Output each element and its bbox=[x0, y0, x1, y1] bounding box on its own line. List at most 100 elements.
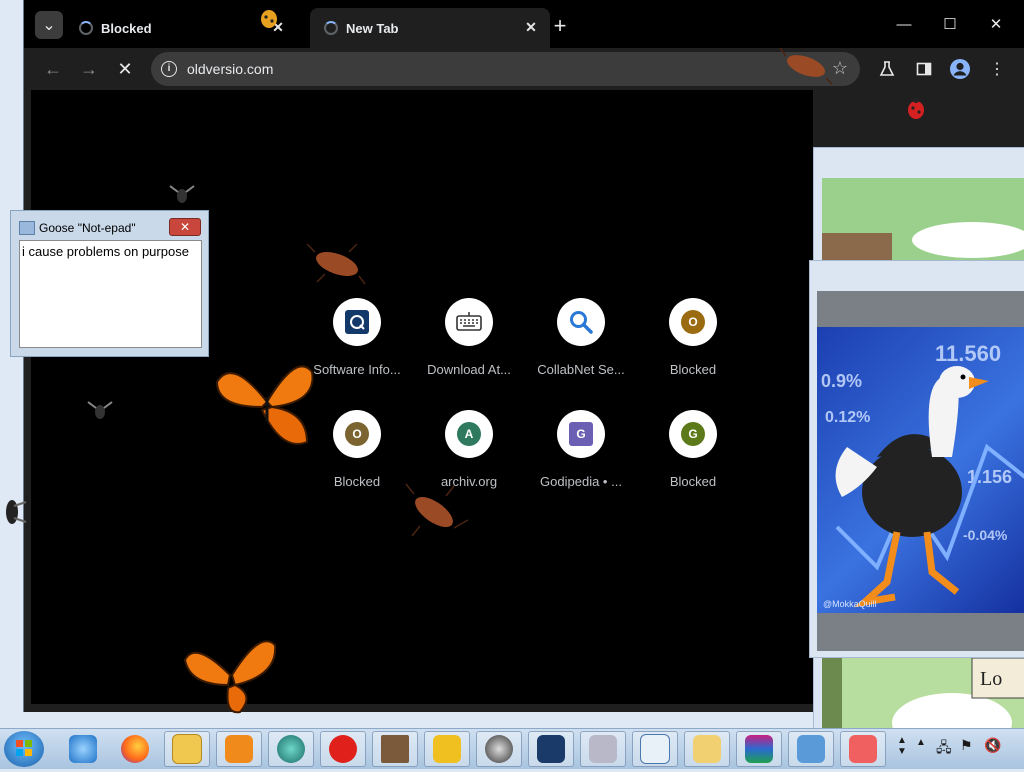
media-player-icon[interactable] bbox=[216, 731, 262, 767]
shortcut-tile[interactable]: G Godipedia • ... bbox=[525, 410, 637, 520]
shortcut-label: CollabNet Se... bbox=[537, 362, 625, 377]
shortcut-tile[interactable]: CollabNet Se... bbox=[525, 298, 637, 408]
stonks-goose-image: 11.560 0.9% 0.12% 1.156 -0.04% @MokkaQui… bbox=[817, 327, 1024, 613]
letter-avatar-icon: G bbox=[569, 422, 593, 446]
goose-notepad-window[interactable]: Goose "Not-epad" ✕ i cause problems on p… bbox=[10, 210, 209, 357]
show-hidden-icons[interactable]: ▲ bbox=[916, 737, 926, 748]
tab-title: New Tab bbox=[346, 20, 399, 36]
shortcut-icon-wrap bbox=[557, 298, 605, 346]
address-url[interactable]: oldversio.com bbox=[187, 61, 273, 77]
start-button[interactable] bbox=[4, 731, 44, 767]
minecraft-icon[interactable] bbox=[372, 731, 418, 767]
shortcut-tile[interactable]: O Blocked bbox=[637, 298, 749, 408]
eraser-icon[interactable] bbox=[840, 731, 886, 767]
shortcut-icon-wrap bbox=[445, 298, 493, 346]
menu-icon[interactable]: ⋮ bbox=[986, 58, 1008, 80]
tab-strip: ⌄ Blocked ✕ New Tab ✕ + — ☐ ✕ bbox=[24, 0, 1024, 48]
arrow-left-icon: ← bbox=[44, 58, 62, 79]
installer-icon[interactable] bbox=[684, 731, 730, 767]
shortcut-label: Godipedia • ... bbox=[540, 474, 622, 489]
gauge-icon[interactable] bbox=[476, 731, 522, 767]
new-tab-button[interactable]: + bbox=[547, 13, 573, 39]
shortcut-icon-wrap: G bbox=[557, 410, 605, 458]
butterfly-icon bbox=[183, 640, 277, 714]
winrar-icon[interactable] bbox=[736, 731, 782, 767]
butterfly-icon bbox=[215, 365, 314, 445]
forward-button[interactable]: → bbox=[74, 54, 104, 84]
image-header-bar bbox=[817, 291, 1024, 327]
tab-search-button[interactable]: ⌄ bbox=[35, 11, 63, 39]
browser-toolbar: ← → ✕ i oldversio.com ☆ ⋮ bbox=[24, 48, 1024, 90]
taskbar: ▲ ▼ ▲ 🖧 ⚑ 🔇 bbox=[0, 728, 1024, 769]
ladybug-icon bbox=[261, 10, 277, 28]
fly-icon bbox=[6, 500, 27, 524]
window-app-icon[interactable] bbox=[632, 731, 678, 767]
target-icon bbox=[345, 310, 369, 334]
shortcut-label: Blocked bbox=[669, 474, 717, 489]
opera-icon[interactable] bbox=[320, 731, 366, 767]
internet-explorer-icon[interactable] bbox=[60, 731, 106, 767]
ship-icon[interactable] bbox=[528, 731, 574, 767]
chevron-down-icon: ⌄ bbox=[42, 17, 56, 34]
maximize-icon: ☐ bbox=[943, 16, 957, 33]
shortcut-tile[interactable]: G Blocked bbox=[637, 410, 749, 520]
windows-logo-icon bbox=[16, 740, 32, 756]
image-window-front[interactable]: 11.560 0.9% 0.12% 1.156 -0.04% @MokkaQui… bbox=[809, 260, 1024, 658]
network-icon[interactable]: 🖧 bbox=[936, 737, 952, 761]
notepad-close-button[interactable]: ✕ bbox=[169, 218, 201, 236]
shortcut-icon-wrap: O bbox=[333, 410, 381, 458]
info-icon[interactable]: i bbox=[161, 61, 177, 77]
loading-spinner-icon bbox=[324, 21, 338, 35]
letter-avatar-icon: O bbox=[681, 310, 705, 334]
chain-icon[interactable] bbox=[580, 731, 626, 767]
shortcut-label: Blocked bbox=[669, 362, 717, 377]
ladybug-icon bbox=[908, 97, 924, 119]
action-center-flag-icon[interactable]: ⚑ bbox=[960, 737, 973, 754]
cockroach-icon bbox=[779, 47, 833, 85]
notepad-icon bbox=[19, 221, 35, 235]
image-footer-bar bbox=[817, 613, 1024, 651]
fly-icon bbox=[169, 185, 195, 203]
volume-muted-icon[interactable]: 🔇 bbox=[984, 737, 1001, 754]
shortcut-label: Download At... bbox=[427, 362, 511, 377]
close-window-button[interactable]: ✕ bbox=[973, 8, 1019, 40]
magnifier-icon bbox=[570, 311, 593, 334]
shortcut-icon-wrap: G bbox=[669, 410, 717, 458]
folder-icon[interactable] bbox=[164, 731, 210, 767]
back-button[interactable]: ← bbox=[38, 54, 68, 84]
tab-title: Blocked bbox=[101, 20, 152, 36]
globe-app-icon[interactable] bbox=[268, 731, 314, 767]
cockroach-icon bbox=[405, 483, 469, 537]
address-bar[interactable]: i oldversio.com ☆ bbox=[151, 52, 860, 86]
notepad-title: Goose "Not-epad" bbox=[39, 221, 136, 235]
letter-avatar-icon: O bbox=[345, 422, 369, 446]
notepad-text-area[interactable]: i cause problems on purpose bbox=[19, 240, 202, 348]
shortcut-label: Blocked bbox=[333, 474, 381, 489]
stop-loading-button[interactable]: ✕ bbox=[110, 54, 140, 84]
tools-icon[interactable] bbox=[424, 731, 470, 767]
side-panel-text: Lo bbox=[980, 668, 1002, 690]
shortcut-icon-wrap bbox=[333, 298, 381, 346]
letter-avatar-icon: G bbox=[681, 422, 705, 446]
user-app-icon[interactable] bbox=[788, 731, 834, 767]
cockroach-icon bbox=[306, 243, 366, 285]
maximize-button[interactable]: ☐ bbox=[927, 8, 973, 40]
firefox-icon[interactable] bbox=[112, 731, 158, 767]
keyboard-icon bbox=[456, 312, 482, 331]
minimize-button[interactable]: — bbox=[881, 8, 927, 40]
profile-icon[interactable] bbox=[949, 58, 971, 80]
loading-spinner-icon bbox=[79, 21, 93, 35]
tab-new-tab[interactable]: New Tab ✕ bbox=[310, 8, 550, 48]
new-tab-page: Software Info... Download At... CollabNe… bbox=[31, 90, 813, 704]
image-credit: @MokkaQuill bbox=[823, 599, 877, 609]
arrow-right-icon: → bbox=[80, 58, 98, 79]
minimize-icon: — bbox=[896, 15, 912, 33]
shortcut-icon-wrap: A bbox=[445, 410, 493, 458]
side-panel-icon[interactable] bbox=[913, 58, 935, 80]
plus-icon: + bbox=[553, 13, 567, 38]
shortcut-tile[interactable]: Download At... bbox=[413, 298, 525, 408]
tray-scroll-up-icon[interactable]: ▲ ▼ bbox=[897, 735, 907, 757]
fly-icon bbox=[87, 401, 113, 419]
labs-icon[interactable] bbox=[876, 58, 898, 80]
close-tab-icon[interactable]: ✕ bbox=[522, 18, 540, 36]
